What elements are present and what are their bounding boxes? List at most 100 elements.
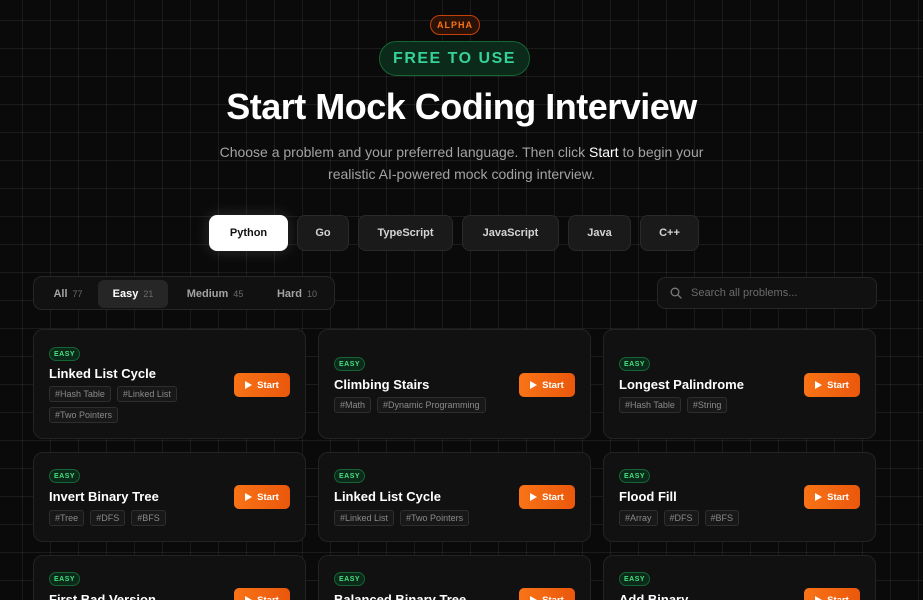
start-button[interactable]: Start [804, 485, 860, 509]
free-to-use-badge: FREE TO USE [379, 41, 530, 76]
play-icon [245, 493, 253, 501]
search-input[interactable] [691, 287, 861, 299]
filter-all[interactable]: All 77 [40, 280, 96, 308]
start-label: Start [257, 594, 279, 600]
problem-title: Balanced Binary Tree [334, 592, 467, 600]
play-icon [245, 596, 253, 600]
problem-tags: #Linked List #Two Pointers [334, 510, 519, 526]
difficulty-badge: EASY [334, 572, 365, 586]
difficulty-badge: EASY [619, 469, 650, 483]
problem-title: First Bad Version [49, 592, 156, 600]
problem-card: EASY Linked List Cycle #Linked List #Two… [318, 452, 591, 542]
tag: #Two Pointers [400, 510, 470, 526]
start-label: Start [827, 379, 849, 391]
tag: #Hash Table [619, 397, 681, 413]
difficulty-badge: EASY [334, 469, 365, 483]
problem-title: Add Binary [619, 592, 689, 600]
play-icon [815, 493, 823, 501]
filter-medium-label: Medium [186, 288, 229, 300]
problem-card: EASY Balanced Binary Tree Start [318, 555, 591, 600]
language-go[interactable]: Go [297, 215, 349, 251]
play-icon [530, 381, 538, 389]
start-label: Start [542, 491, 564, 503]
filter-easy-label: Easy [112, 288, 139, 300]
language-java[interactable]: Java [568, 215, 631, 251]
start-button[interactable]: Start [804, 588, 860, 600]
filter-medium[interactable]: Medium 45 [174, 280, 256, 308]
search-box [657, 277, 877, 309]
difficulty-badge: EASY [334, 357, 365, 371]
language-selector: Python Go TypeScript JavaScript Java C++ [0, 215, 923, 251]
problem-title: Linked List Cycle [49, 366, 156, 381]
tag: #BFS [131, 510, 166, 526]
language-cpp[interactable]: C++ [640, 215, 699, 251]
tag: #DFS [90, 510, 126, 526]
start-label: Start [827, 594, 849, 600]
problem-card: EASY Linked List Cycle #Hash Table #Link… [33, 329, 306, 439]
play-icon [245, 381, 253, 389]
tag: #Tree [49, 510, 85, 526]
problem-tags: #Hash Table #Linked List #Two Pointers [49, 386, 234, 423]
tag: #BFS [704, 510, 740, 526]
start-label: Start [257, 491, 279, 503]
problem-card: EASY Flood Fill #Array #DFS #BFS Start [603, 452, 876, 542]
filter-hard-count: 10 [307, 289, 318, 299]
subtitle-text: Choose a problem and your preferred lang… [219, 144, 589, 160]
filter-easy[interactable]: Easy 21 [98, 280, 168, 308]
tag: #Dynamic Programming [377, 397, 486, 413]
difficulty-badge: EASY [49, 469, 80, 483]
search-icon [670, 287, 682, 299]
start-button[interactable]: Start [519, 485, 575, 509]
tag: #Linked List [334, 510, 395, 526]
play-icon [815, 596, 823, 600]
start-button[interactable]: Start [804, 373, 860, 397]
language-javascript[interactable]: JavaScript [462, 215, 559, 251]
tag: #Array [619, 510, 658, 526]
problem-title: Flood Fill [619, 489, 677, 504]
difficulty-badge: EASY [49, 572, 80, 586]
subtitle-start-highlight: Start [589, 144, 619, 160]
play-icon [530, 596, 538, 600]
start-button[interactable]: Start [519, 373, 575, 397]
tag: #Linked List [116, 386, 177, 402]
language-typescript[interactable]: TypeScript [358, 215, 453, 251]
tag: #Math [334, 397, 372, 413]
start-label: Start [257, 379, 279, 391]
problem-card: EASY Climbing Stairs #Math #Dynamic Prog… [318, 329, 591, 439]
problem-card: EASY Add Binary Start [603, 555, 876, 600]
filter-hard-label: Hard [276, 288, 303, 300]
problem-title: Invert Binary Tree [49, 489, 159, 504]
problem-tags: #Hash Table #String [619, 397, 804, 413]
filter-medium-count: 45 [233, 289, 244, 299]
start-label: Start [542, 594, 564, 600]
tag: #Hash Table [49, 386, 111, 402]
play-icon [530, 493, 538, 501]
problem-card: EASY First Bad Version Start [33, 555, 306, 600]
page-title: Start Mock Coding Interview [226, 86, 697, 127]
problem-title: Climbing Stairs [334, 377, 430, 392]
problem-title: Linked List Cycle [334, 489, 441, 504]
start-label: Start [542, 379, 564, 391]
start-button[interactable]: Start [234, 588, 290, 600]
problem-title: Longest Palindrome [619, 377, 744, 392]
filter-hard[interactable]: Hard 10 [262, 280, 332, 308]
play-icon [815, 381, 823, 389]
problem-card: EASY Invert Binary Tree #Tree #DFS #BFS … [33, 452, 306, 542]
tag: #String [686, 397, 728, 413]
alpha-badge: ALPHA [430, 15, 480, 35]
difficulty-filter: All 77 Easy 21 Medium 45 Hard 10 [33, 276, 335, 310]
problem-tags: #Math #Dynamic Programming [334, 397, 519, 413]
tag: #Two Pointers [49, 407, 119, 423]
start-label: Start [827, 491, 849, 503]
difficulty-badge: EASY [49, 347, 80, 361]
problem-tags: #Tree #DFS #BFS [49, 510, 234, 526]
language-python[interactable]: Python [209, 215, 288, 251]
start-button[interactable]: Start [234, 485, 290, 509]
problem-card: EASY Longest Palindrome #Hash Table #Str… [603, 329, 876, 439]
difficulty-badge: EASY [619, 572, 650, 586]
start-button[interactable]: Start [519, 588, 575, 600]
start-button[interactable]: Start [234, 373, 290, 397]
page-subtitle: Choose a problem and your preferred lang… [200, 141, 723, 185]
filter-easy-count: 21 [143, 289, 154, 299]
filter-all-count: 77 [72, 289, 83, 299]
